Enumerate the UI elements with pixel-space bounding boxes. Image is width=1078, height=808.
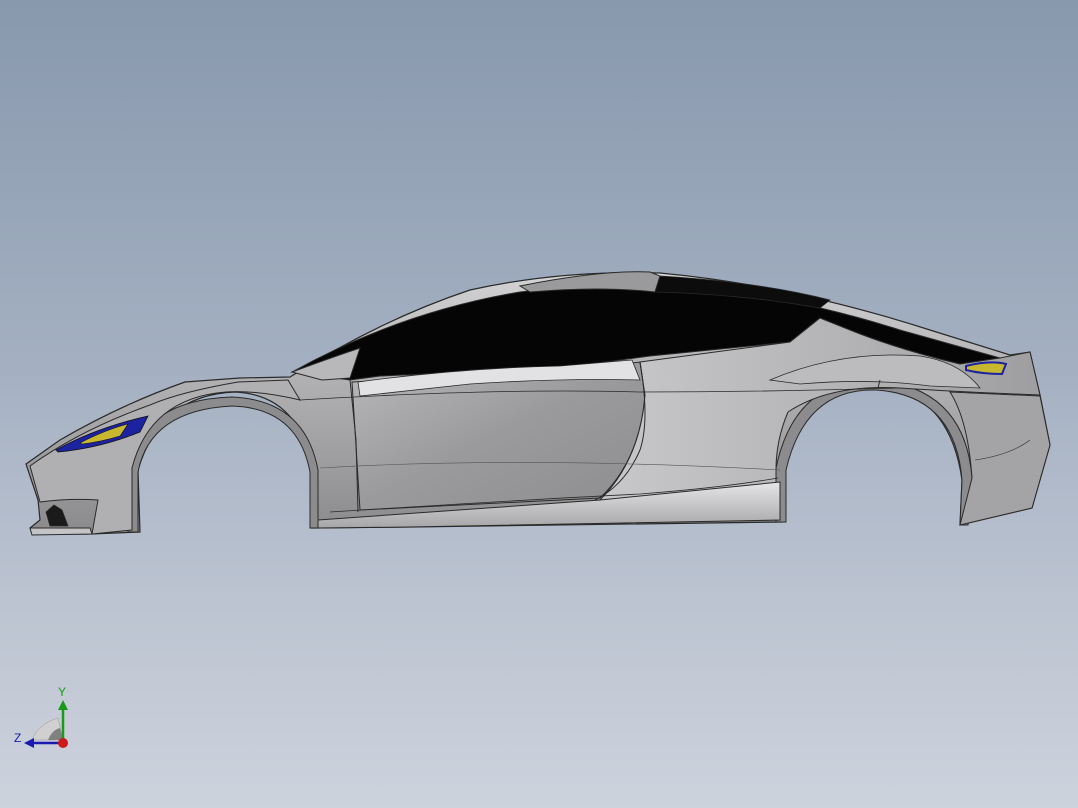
x-axis-point [58, 738, 68, 748]
rear-taillight [965, 361, 1008, 376]
z-axis-arrow [24, 738, 34, 748]
front-bumper-lower [29, 527, 93, 536]
triad-z-label: Z [14, 731, 22, 745]
triad-y-label: Y [58, 685, 67, 699]
a-pillar [290, 347, 361, 381]
roof-panel [518, 271, 661, 293]
cad-graphics-viewport[interactable]: Y Z [0, 0, 1078, 808]
car-body-model[interactable] [0, 0, 1078, 808]
y-axis-arrow [58, 700, 68, 710]
view-orientation-triad[interactable]: Y Z [8, 684, 78, 754]
